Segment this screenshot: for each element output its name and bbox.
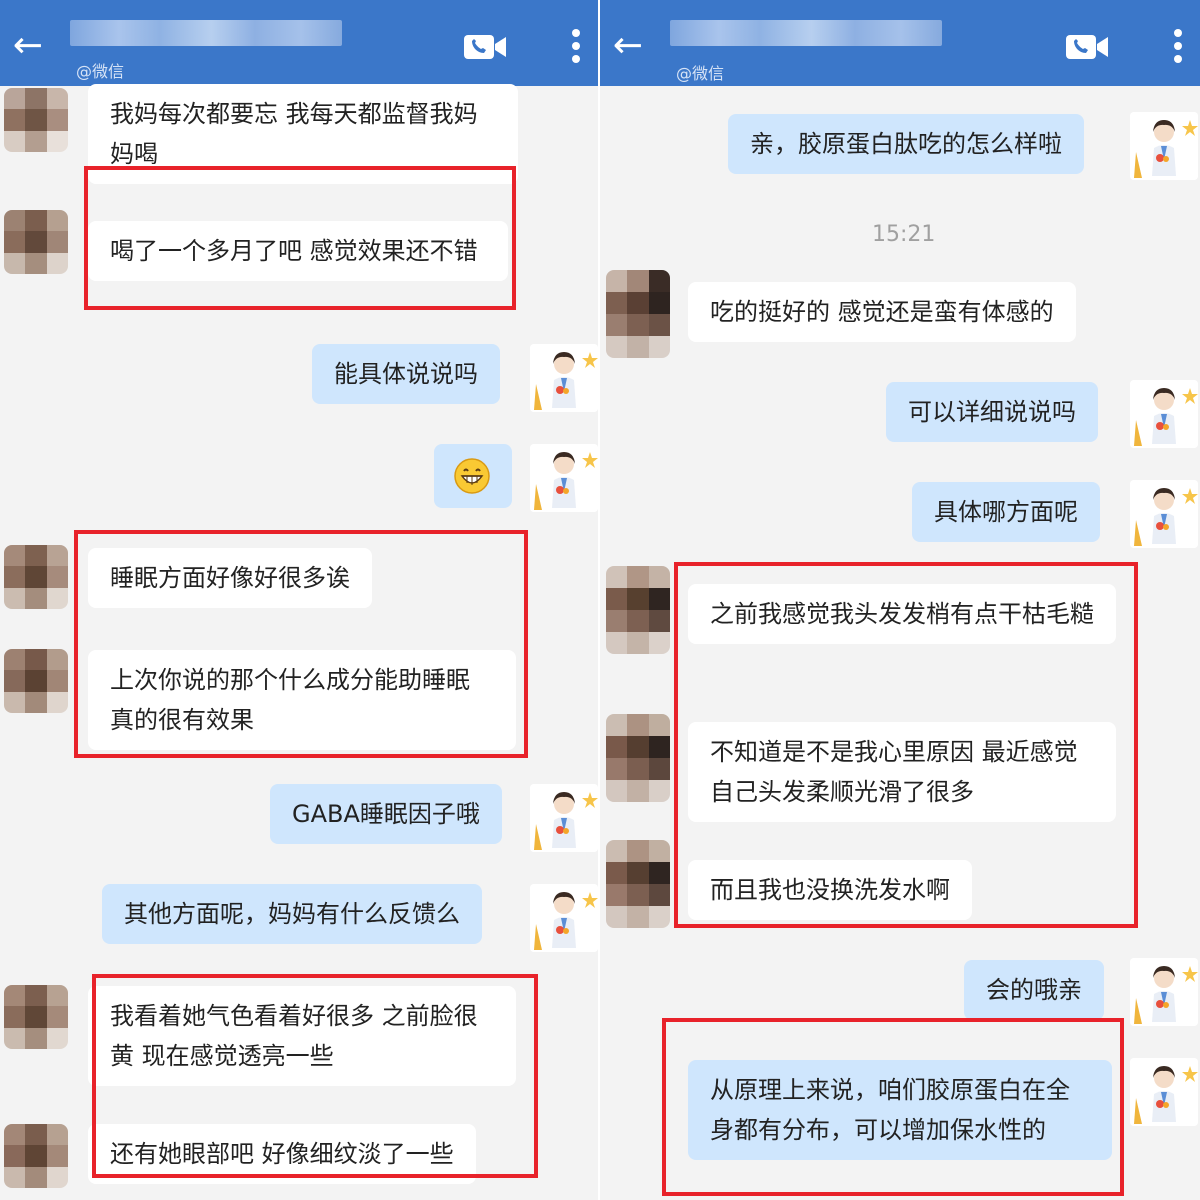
contact-name-blurred — [670, 20, 942, 46]
chat-pane-left: ← @微信 我妈每次都要忘 我每天都监督我妈妈喝 喝了一个多月了吧 感觉效果还不… — [0, 0, 598, 1200]
user-avatar[interactable] — [1130, 958, 1198, 1026]
chat-pane-right: ← @微信 15:21 亲，胶原蛋白肽吃的怎么样啦 吃的挺好的 感觉还是蛮有体感… — [600, 0, 1200, 1200]
arrow-left-icon[interactable]: ← — [8, 26, 48, 66]
user-avatar[interactable] — [530, 444, 598, 512]
highlight-box — [84, 166, 516, 310]
message-bubble-outgoing[interactable]: 亲，胶原蛋白肽吃的怎么样啦 — [728, 114, 1084, 174]
user-avatar[interactable] — [1130, 112, 1198, 180]
contact-avatar[interactable] — [4, 545, 68, 609]
message-bubble-outgoing[interactable]: 能具体说说吗 — [312, 344, 500, 404]
arrow-left-icon[interactable]: ← — [608, 26, 648, 66]
more-vertical-icon[interactable] — [570, 28, 582, 64]
user-avatar[interactable] — [530, 884, 598, 952]
message-bubble-outgoing[interactable] — [434, 444, 512, 508]
more-vertical-icon[interactable] — [1172, 28, 1184, 64]
highlight-box — [92, 974, 538, 1178]
message-bubble-outgoing[interactable]: 可以详细说说吗 — [886, 382, 1098, 442]
message-bubble-outgoing[interactable]: 会的哦亲 — [964, 960, 1104, 1020]
video-call-icon[interactable] — [464, 35, 506, 59]
contact-avatar[interactable] — [606, 714, 670, 802]
contact-avatar[interactable] — [4, 985, 68, 1049]
message-bubble-outgoing[interactable]: 其他方面呢，妈妈有什么反馈么 — [102, 884, 482, 944]
user-avatar[interactable] — [1130, 380, 1198, 448]
contact-name-blurred — [70, 20, 342, 46]
contact-avatar[interactable] — [606, 840, 670, 928]
header-subtitle: @微信 — [76, 62, 125, 81]
contact-avatar[interactable] — [4, 210, 68, 274]
contact-avatar[interactable] — [606, 566, 670, 654]
highlight-box — [74, 530, 528, 758]
contact-avatar[interactable] — [606, 270, 670, 358]
grinning-emoji-icon — [454, 458, 490, 494]
contact-avatar[interactable] — [4, 1124, 68, 1188]
chat-header: ← @微信 — [600, 0, 1200, 86]
header-subtitle: @微信 — [676, 64, 725, 83]
highlight-box — [674, 562, 1138, 928]
message-bubble-outgoing[interactable]: 具体哪方面呢 — [912, 482, 1100, 542]
message-bubble-incoming[interactable]: 吃的挺好的 感觉还是蛮有体感的 — [688, 282, 1076, 342]
contact-avatar[interactable] — [4, 88, 68, 152]
user-avatar[interactable] — [530, 784, 598, 852]
user-avatar[interactable] — [1130, 1058, 1198, 1126]
message-bubble-outgoing[interactable]: GABA睡眠因子哦 — [270, 784, 502, 844]
contact-avatar[interactable] — [4, 649, 68, 713]
user-avatar[interactable] — [530, 344, 598, 412]
highlight-box — [662, 1018, 1124, 1196]
timestamp: 15:21 — [872, 222, 936, 247]
video-call-icon[interactable] — [1066, 35, 1108, 59]
user-avatar[interactable] — [1130, 480, 1198, 548]
chat-header: ← @微信 — [0, 0, 598, 86]
